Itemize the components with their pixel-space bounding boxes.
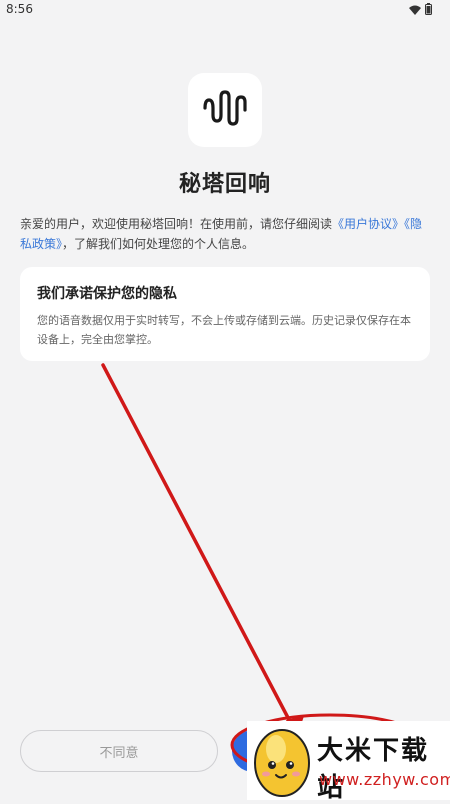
watermark-url: www.zzhyw.com [319,770,450,789]
disagree-button[interactable]: 不同意 [20,730,218,772]
watermark: 大米下载站 www.zzhyw.com [247,721,450,803]
intro-text-after: ，了解我们如何处理您的个人信息。 [62,237,255,251]
wifi-icon [409,0,421,19]
status-time: 8:56 [6,2,33,16]
app-title: 秘塔回响 [178,172,271,197]
watermark-name: 大米下载站 [317,736,430,803]
privacy-card: 我们承诺保护您的隐私 您的语音数据仅用于实时转写，不会上传或存储到云端。历史记录… [20,267,430,361]
watermark-logo [249,723,315,803]
privacy-card-title: 我们承诺保护您的隐私 [37,286,177,302]
app-logo [188,73,262,147]
privacy-card-body: 您的语音数据仅用于实时转写，不会上传或存储到云端。历史记录仅保存在本设备上，完全… [37,314,411,346]
battery-icon [425,0,432,19]
status-bar: 8:56 [0,0,450,20]
intro-text-before: 亲爱的用户，欢迎使用秘塔回响！在使用前，请您仔细阅读 [20,217,333,231]
status-icons [409,2,432,15]
sound-wave-icon [201,88,249,132]
annotation-arrow [101,363,298,735]
intro-text: 亲爱的用户，欢迎使用秘塔回响！在使用前，请您仔细阅读《用户协议》《隐私政策》，了… [20,214,430,254]
user-agreement-link[interactable]: 《用户协议》 [332,217,404,231]
